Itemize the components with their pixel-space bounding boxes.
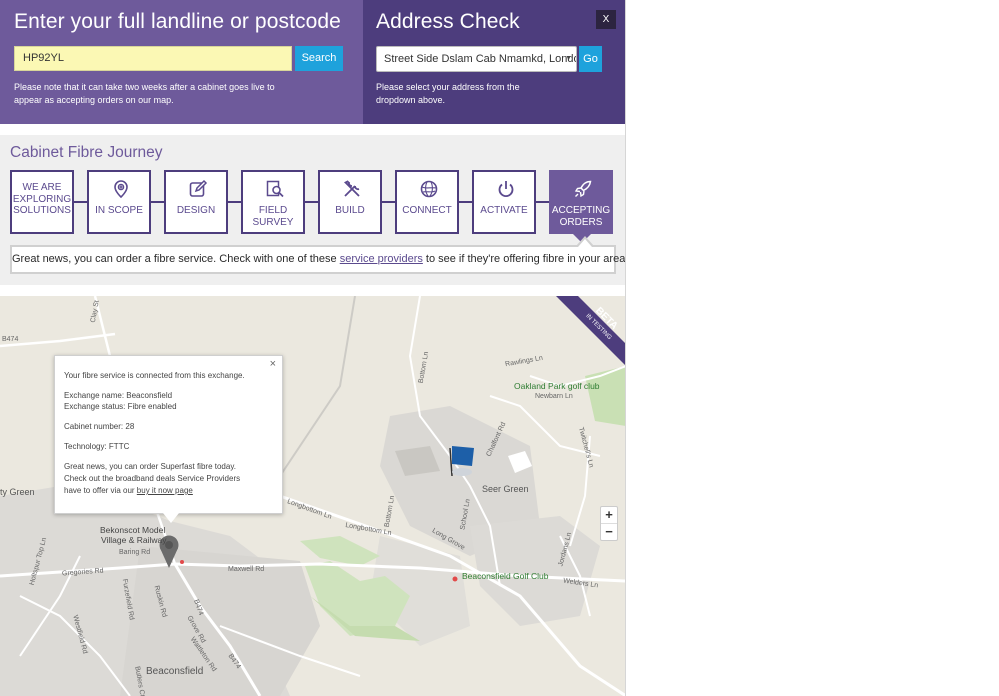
- chevron-down-icon: ▼: [565, 55, 572, 62]
- tools-icon: [342, 179, 362, 199]
- popup-technology: Technology: FTTC: [64, 442, 130, 451]
- popup-close-icon[interactable]: ×: [270, 359, 276, 370]
- step-connect[interactable]: Connect: [395, 170, 459, 234]
- map-label-seer-green: Seer Green: [482, 484, 529, 494]
- popup-order-line2: Check out the broadband deals Service Pr…: [64, 474, 241, 483]
- map-label-maxwell: Maxwell Rd: [228, 566, 265, 573]
- pencil-square-icon: [188, 179, 208, 199]
- address-note-line2: dropdown above.: [376, 94, 446, 105]
- step-activate[interactable]: Activate: [472, 170, 536, 234]
- map-label-baring: Baring Rd: [119, 549, 151, 556]
- globe-icon: [419, 179, 439, 199]
- exchange-info-popup: × Your fibre service is connected from t…: [54, 355, 283, 523]
- app-panel: Enter your full landline or postcode HP9…: [0, 0, 626, 696]
- step-label: Field: [258, 205, 288, 216]
- map-label-b474: B474: [2, 336, 19, 343]
- step-label: survey: [252, 216, 294, 228]
- step-label: We are: [22, 182, 62, 193]
- search-button[interactable]: Search: [295, 46, 343, 71]
- map-label-oakland: Oakland Park golf club: [514, 381, 600, 391]
- step-field-survey[interactable]: Field survey: [241, 170, 305, 234]
- zoom-in-button[interactable]: +: [601, 507, 617, 524]
- message-text-after: to see if they're offering fibre in your…: [422, 253, 626, 265]
- power-icon: [496, 179, 516, 199]
- popup-order-line1: Great news, you can order Superfast fibr…: [64, 462, 236, 471]
- buy-it-now-link[interactable]: buy it now page: [137, 486, 193, 495]
- step-label: solutions: [13, 205, 71, 216]
- step-label: In scope: [95, 205, 143, 216]
- document-search-icon: [265, 179, 285, 199]
- postcode-input[interactable]: HP92YL: [14, 46, 292, 71]
- map-pin-icon: [111, 179, 131, 199]
- postcode-note-line1: Please note that it can take two weeks a…: [14, 82, 275, 92]
- map-label-bekonscot2: Village & Railway: [101, 535, 167, 545]
- zoom-controls: + −: [600, 506, 618, 541]
- exchange-flag-marker: [449, 446, 474, 477]
- service-providers-link[interactable]: service providers: [340, 253, 423, 265]
- status-message: Great news, you can order a fibre servic…: [10, 236, 625, 274]
- popup-order-line3-text: have to offer via our: [64, 486, 137, 495]
- go-button[interactable]: Go: [579, 46, 602, 72]
- postcode-panel: Enter your full landline or postcode HP9…: [0, 0, 363, 124]
- address-check-title: Address Check: [376, 10, 520, 33]
- message-notch-inner: [578, 239, 592, 247]
- beta-ribbon: BETA IN TESTING: [556, 296, 625, 366]
- cabinet-fibre-journey: Cabinet Fibre Journey We are exploring s…: [0, 135, 625, 285]
- popup-cabinet-number: Cabinet number: 28: [64, 422, 135, 431]
- step-label: Activate: [480, 205, 528, 216]
- step-exploring-solutions[interactable]: We are exploring solutions: [10, 170, 74, 234]
- step-label: orders: [559, 216, 603, 228]
- message-text-before: Great news, you can order a fibre servic…: [12, 253, 340, 265]
- postcode-note: Please note that it can take two weeks a…: [14, 81, 284, 106]
- exchange-map[interactable]: B474 Clay St Rawlings Ln Bottom Ln Oakla…: [0, 296, 625, 696]
- map-label-bekonscot1: Bekonscot Model: [100, 525, 166, 535]
- step-label: exploring: [12, 193, 72, 205]
- address-note-line1: Please select your address from the: [376, 82, 520, 92]
- close-button[interactable]: X: [596, 10, 616, 29]
- step-label: Design: [176, 205, 216, 216]
- step-accepting-orders[interactable]: Accepting orders: [549, 170, 613, 243]
- popup-connected: Your fibre service is connected from thi…: [64, 371, 245, 380]
- popup-tail: [163, 513, 179, 523]
- step-design[interactable]: Design: [164, 170, 228, 234]
- journey-title: Cabinet Fibre Journey: [10, 144, 163, 161]
- address-select[interactable]: Street Side Dslam Cab Nmamkd, London ▼: [376, 46, 577, 72]
- step-label: Build: [335, 205, 365, 216]
- popup-exchange-name: Exchange name: Beaconsfield: [64, 391, 173, 400]
- map-label-newbarn: Newbarn Ln: [535, 393, 573, 400]
- map-label-beaconsfield: Beaconsfield: [146, 666, 204, 677]
- map-label-ty-green: ty Green: [0, 487, 35, 497]
- step-label: Accepting: [551, 205, 611, 216]
- popup-exchange-status: Exchange status: Fibre enabled: [64, 402, 177, 411]
- popup-order-line3: have to offer via our buy it now page: [64, 485, 193, 496]
- address-note: Please select your address from the drop…: [376, 81, 576, 106]
- address-selected-value: Street Side Dslam Cab Nmamkd, London: [384, 53, 577, 65]
- map-label-golf-club: Beaconsfield Golf Club: [462, 571, 549, 581]
- rocket-icon: [573, 179, 593, 199]
- step-in-scope[interactable]: In scope: [87, 170, 151, 234]
- postcode-note-line2: appear as accepting orders on our map.: [14, 94, 174, 105]
- step-label: Connect: [402, 205, 452, 216]
- step-build[interactable]: Build: [318, 170, 382, 234]
- postcode-title: Enter your full landline or postcode: [14, 10, 341, 33]
- zoom-out-button[interactable]: −: [601, 524, 617, 541]
